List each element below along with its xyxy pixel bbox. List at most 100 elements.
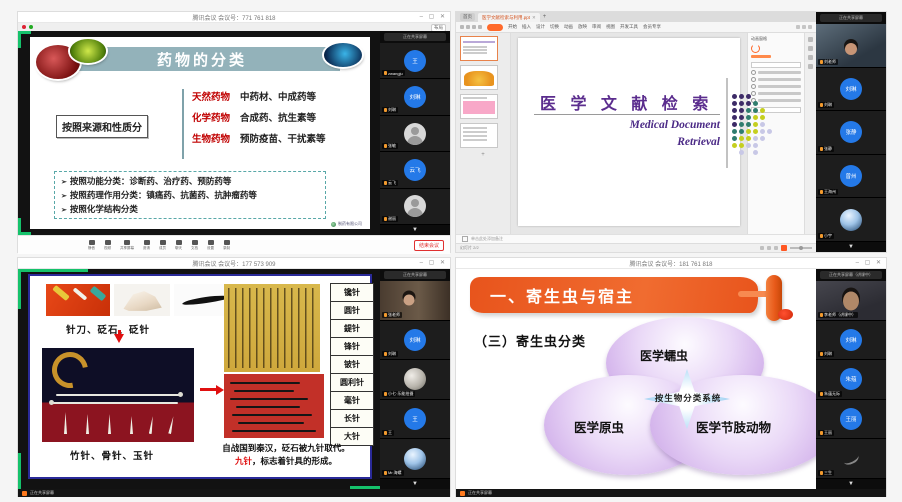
- participant-tile[interactable]: 小七·乐能拍摄: [380, 360, 450, 400]
- menu-tab[interactable]: 切换: [550, 24, 559, 30]
- new-tab-button[interactable]: +: [543, 14, 547, 20]
- zoom-slider[interactable]: [790, 247, 812, 249]
- participant-tile[interactable]: 朱蕴朱蕴无际: [816, 360, 886, 400]
- participant-tile[interactable]: 张敏: [380, 116, 450, 152]
- window-controls[interactable]: – ▢ ✕: [856, 259, 883, 266]
- dot-icon: [767, 129, 772, 134]
- more-participants-button[interactable]: ▼: [816, 479, 886, 489]
- needle-cell: 锋针: [330, 337, 374, 356]
- slide-thumbnail-panel[interactable]: +: [456, 33, 511, 234]
- slide-thumbnail[interactable]: [460, 36, 498, 61]
- participants-sidebar-q2: 正在共享屏幕 刘老师刘琳刘琳张静张静曾州王海州小宇 ▼: [816, 12, 886, 252]
- refresh-icon[interactable]: [751, 44, 760, 53]
- wps-canvas: 医 学 文 献 检 索 Medical Document Retrieval: [511, 33, 747, 234]
- wps-share-pill-icon[interactable]: [487, 24, 503, 31]
- sharing-status-badge: 正在共享屏幕（讲课中）: [820, 271, 882, 279]
- participant-tile[interactable]: 王丽王丽: [816, 400, 886, 440]
- menu-tab[interactable]: 审阅: [592, 24, 601, 30]
- more-participants-button[interactable]: ▼: [380, 479, 450, 489]
- menu-tab[interactable]: 插入: [522, 24, 531, 30]
- bullet-box: ➢按照功能分类：诊断药、治疗药、预防药等 ➢按照药理作用分类：镇痛药、抗菌药、抗…: [54, 171, 326, 219]
- microbe-photo-icon: [70, 39, 106, 63]
- toolbar-button[interactable]: 视频: [104, 240, 111, 251]
- toolbar-button[interactable]: 静音: [88, 240, 95, 251]
- needle-cell: 鍉针: [330, 319, 374, 338]
- slide-thumbnail[interactable]: [460, 65, 498, 90]
- menu-tab[interactable]: 动画: [564, 24, 573, 30]
- notes-icon: [462, 236, 468, 242]
- titlebar[interactable]: 腾讯会议 会议号：177 573 909 – ▢ ✕: [18, 258, 450, 269]
- needle-cell: 毫针: [330, 391, 374, 410]
- tab-document[interactable]: 医学文献检索与利用.ppt✕: [478, 13, 540, 22]
- divider: [726, 78, 728, 168]
- view-icon[interactable]: [774, 246, 778, 250]
- slide-title: 医 学 文 献 检 索: [540, 90, 713, 114]
- participant-tile[interactable]: 刘琳刘琳: [380, 321, 450, 361]
- notes-bar[interactable]: 单击此处添加备注: [456, 234, 816, 243]
- sharing-indicator-bar[interactable]: 正在共享屏幕: [456, 489, 886, 497]
- toolbar-button[interactable]: 聊天: [175, 240, 182, 251]
- more-participants-button[interactable]: ▼: [380, 225, 450, 235]
- sharing-indicator-bar[interactable]: 正在共享屏幕: [18, 489, 450, 497]
- view-icon[interactable]: [767, 246, 771, 250]
- menu-tab[interactable]: 开始: [508, 24, 517, 30]
- window-controls[interactable]: – ▢ ✕: [420, 13, 447, 20]
- participant-tile[interactable]: 小宇: [816, 198, 886, 242]
- participant-tile[interactable]: 李老师（讲课中）: [816, 281, 886, 321]
- dot-icon: [767, 136, 772, 141]
- play-button[interactable]: [781, 245, 787, 251]
- participant-name-label: 刘琳: [382, 107, 398, 113]
- menu-tab[interactable]: 放映: [578, 24, 587, 30]
- toolbar-button[interactable]: 邀请: [143, 240, 150, 251]
- add-slide-button[interactable]: +: [460, 152, 506, 158]
- end-meeting-button[interactable]: 结束会议: [414, 240, 444, 251]
- sphere-avatar: [404, 448, 426, 470]
- participant-tile[interactable]: 三生: [816, 439, 886, 479]
- needle-cell: 长针: [330, 409, 374, 428]
- window-control-icons[interactable]: [796, 25, 812, 29]
- menu-tab[interactable]: 开发工具: [620, 24, 638, 30]
- tab-home[interactable]: 首页: [460, 13, 475, 21]
- participant-tile[interactable]: 刘琳刘琳: [816, 321, 886, 361]
- slide-thumbnail[interactable]: [460, 123, 498, 148]
- window-controls[interactable]: – ▢ ✕: [420, 259, 447, 266]
- participant-tile[interactable]: 刘琳刘琳: [380, 79, 450, 115]
- menu-tab[interactable]: 设计: [536, 24, 545, 30]
- add-effect-button[interactable]: [751, 55, 771, 58]
- participant-tile[interactable]: 云飞云飞: [380, 152, 450, 188]
- toolbar-button[interactable]: 成员: [159, 240, 166, 251]
- dot-icon: [732, 136, 737, 141]
- participant-tile[interactable]: 曾州王海州: [816, 155, 886, 199]
- menu-tab[interactable]: 视图: [606, 24, 615, 30]
- toolbar-button[interactable]: 共享屏幕: [120, 240, 134, 251]
- quick-access-icons[interactable]: [460, 25, 482, 29]
- mic-icon: [820, 190, 823, 194]
- participant-tile[interactable]: 张静张静: [816, 111, 886, 155]
- photo-avatar: [404, 368, 426, 390]
- participant-tile[interactable]: 王zwangju: [380, 43, 450, 79]
- participant-tile[interactable]: 王王: [380, 400, 450, 440]
- toolbar-button[interactable]: 文档: [191, 240, 198, 251]
- side-icon-strip[interactable]: [804, 33, 816, 234]
- toolbar-button[interactable]: 录制: [223, 240, 230, 251]
- menu-tab[interactable]: 会员专享: [643, 24, 661, 30]
- dot-icon: [753, 150, 758, 155]
- dot-icon: [760, 129, 765, 134]
- participant-tile[interactable]: Mr.海螺: [380, 439, 450, 479]
- participant-name-label: 王: [382, 430, 394, 436]
- toolbar-button[interactable]: 设置: [207, 240, 214, 251]
- participant-tile[interactable]: 张老师: [380, 281, 450, 321]
- more-participants-button[interactable]: ▼: [816, 242, 886, 252]
- view-icon[interactable]: [760, 246, 764, 250]
- slide-thumbnail[interactable]: [460, 94, 498, 119]
- titlebar[interactable]: 腾讯会议 会议号：771 761 818 – ▢ ✕: [18, 12, 450, 23]
- participant-tile[interactable]: 刘琳刘琳: [816, 68, 886, 112]
- window-title: 腾讯会议 会议号：181 761 818: [456, 259, 886, 268]
- effect-field[interactable]: [751, 62, 801, 68]
- participant-tile[interactable]: 谢丽: [380, 189, 450, 225]
- titlebar[interactable]: 腾讯会议 会议号：181 761 818 – ▢ ✕: [456, 258, 886, 269]
- participant-tile[interactable]: 刘老师: [816, 24, 886, 68]
- dot-icon: [760, 122, 765, 127]
- close-tab-icon[interactable]: ✕: [532, 15, 536, 20]
- dot-icon: [732, 115, 737, 120]
